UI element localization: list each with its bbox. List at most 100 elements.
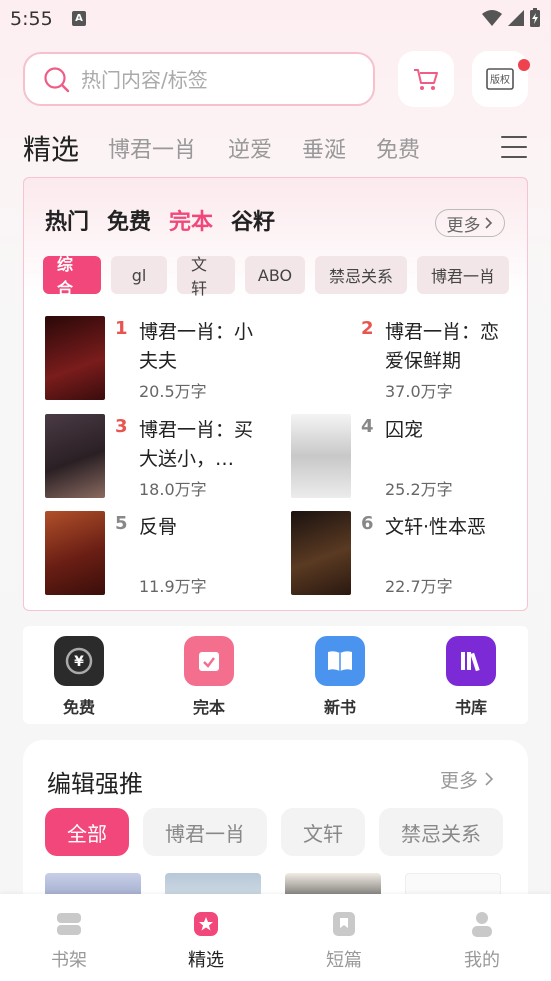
book-word-count: 22.7万字 — [385, 577, 453, 596]
book-cover — [291, 414, 351, 498]
top-tabs: 精选 博君一肖 逆爱 垂涎 免费 — [0, 124, 551, 170]
chip-forbidden[interactable]: 禁忌关系 — [315, 256, 407, 294]
svg-text:¥: ¥ — [74, 654, 84, 670]
book-title: 博君一肖：买大送小，… — [139, 419, 254, 470]
status-bar: 5:55 A — [0, 0, 551, 38]
book-item[interactable]: 4 囚宠 25.2万字 — [291, 414, 521, 500]
bookshelf-icon — [29, 908, 109, 940]
quick-link-label: 新书 — [323, 698, 356, 717]
book-rank: 6 — [361, 513, 374, 534]
book-word-count: 25.2万字 — [385, 480, 453, 499]
search-icon — [44, 67, 70, 93]
editor-more-button[interactable]: 更多 — [440, 766, 494, 793]
battery-icon — [530, 8, 540, 27]
chip-all[interactable]: 综合 — [43, 255, 101, 298]
book-rank: 3 — [115, 416, 128, 437]
category-hot[interactable]: 热门 — [45, 204, 89, 236]
tab-chuixian[interactable]: 垂涎 — [302, 132, 346, 164]
nav-label: 短篇 — [326, 950, 362, 971]
wifi-icon — [482, 10, 502, 26]
tab-niai[interactable]: 逆爱 — [228, 132, 272, 164]
category-complete[interactable]: 完本 — [169, 204, 213, 236]
book-title: 文轩·性本恶 — [385, 516, 487, 538]
ranking-more-button[interactable]: 更多 — [435, 209, 505, 237]
quick-link-library[interactable]: 书库 — [431, 636, 511, 718]
book-item[interactable]: 6 文轩·性本恶 22.7万字 — [291, 511, 521, 597]
library-icon — [446, 636, 496, 686]
tab-free[interactable]: 免费 — [376, 132, 420, 164]
book-item[interactable]: 2 博君一肖：恋爱保鲜期 37.0万字 — [291, 316, 521, 402]
editor-more-label: 更多 — [439, 770, 478, 792]
copyright-icon: 版权 — [486, 68, 514, 90]
nav-mine[interactable]: 我的 — [442, 908, 522, 972]
tab-bojun[interactable]: 博君一肖 — [108, 132, 196, 164]
nav-label: 书架 — [51, 950, 87, 971]
yen-icon: ¥ — [54, 636, 104, 686]
ranking-filter-chips: 综合 gl 文轩 ABO 禁忌关系 博君一肖 — [43, 255, 509, 298]
book-item[interactable]: 1 博君一肖：小夫夫 20.5万字 — [45, 316, 275, 402]
cart-button[interactable] — [398, 51, 454, 107]
sim-icon: A — [72, 11, 86, 26]
status-time: 5:55 — [10, 8, 53, 30]
book-cover — [45, 414, 105, 498]
ranking-categories: 热门 免费 完本 谷籽 — [45, 204, 275, 236]
ranking-card: 热门 免费 完本 谷籽 更多 综合 gl 文轩 ABO 禁忌关系 博君一肖 1 … — [23, 177, 528, 611]
bottom-nav: 书架 精选 短篇 我的 — [0, 894, 551, 981]
book-item[interactable]: 5 反骨 11.9万字 — [45, 511, 275, 597]
quick-link-label: 完本 — [192, 698, 225, 717]
book-rank: 2 — [361, 318, 374, 339]
chip-forbidden[interactable]: 禁忌关系 — [379, 808, 503, 856]
chevron-right-icon — [485, 772, 494, 786]
notification-dot — [518, 59, 530, 71]
quick-links: ¥ 免费 完本 新书 书库 — [23, 626, 528, 724]
ranking-more-label: 更多 — [446, 215, 481, 236]
open-book-icon — [315, 636, 365, 686]
chip-gl[interactable]: gl — [111, 256, 167, 294]
nav-bookshelf[interactable]: 书架 — [29, 908, 109, 972]
chip-abo[interactable]: ABO — [245, 256, 305, 294]
book-item[interactable]: 3 博君一肖：买大送小，… 18.0万字 — [45, 414, 275, 500]
check-calendar-icon — [184, 636, 234, 686]
book-rank: 1 — [115, 318, 128, 339]
quick-link-label: 免费 — [62, 698, 95, 717]
user-icon — [442, 908, 522, 940]
category-free[interactable]: 免费 — [107, 204, 151, 236]
book-rank: 4 — [361, 416, 374, 437]
nav-selected[interactable]: 精选 — [166, 908, 246, 972]
book-cover — [291, 316, 351, 400]
editor-filter-chips: 全部 博君一肖 文轩 禁忌关系 — [45, 808, 503, 856]
book-cover — [45, 511, 105, 595]
search-input[interactable] — [81, 62, 361, 98]
quick-link-free[interactable]: ¥ 免费 — [39, 636, 119, 718]
star-icon — [166, 908, 246, 940]
book-word-count: 18.0万字 — [139, 480, 207, 499]
quick-link-complete[interactable]: 完本 — [169, 636, 249, 718]
svg-text:版权: 版权 — [490, 73, 510, 86]
chip-bojun[interactable]: 博君一肖 — [417, 256, 509, 294]
book-word-count: 11.9万字 — [139, 577, 207, 596]
chip-bojun[interactable]: 博君一肖 — [143, 808, 267, 856]
quick-link-label: 书库 — [454, 698, 487, 717]
system-icons — [481, 8, 541, 28]
chip-all[interactable]: 全部 — [45, 808, 129, 856]
menu-icon[interactable] — [501, 136, 527, 158]
cart-icon — [414, 69, 438, 90]
nav-label: 精选 — [188, 950, 224, 971]
copyright-button[interactable]: 版权 — [472, 51, 530, 107]
nav-short[interactable]: 短篇 — [304, 908, 384, 972]
book-icon — [304, 908, 384, 940]
book-word-count: 20.5万字 — [139, 382, 207, 401]
nav-label: 我的 — [464, 950, 500, 971]
book-cover — [291, 511, 351, 595]
search-box[interactable] — [23, 52, 375, 106]
quick-link-new[interactable]: 新书 — [300, 636, 380, 718]
chip-wenxuan[interactable]: 文轩 — [281, 808, 365, 856]
tab-selected[interactable]: 精选 — [23, 128, 79, 168]
chip-wenxuan[interactable]: 文轩 — [177, 255, 235, 298]
book-title: 博君一肖：恋爱保鲜期 — [385, 321, 500, 372]
category-guzi[interactable]: 谷籽 — [231, 204, 275, 236]
book-title: 反骨 — [139, 516, 178, 538]
book-title: 囚宠 — [385, 419, 424, 441]
book-cover — [45, 316, 105, 400]
book-word-count: 37.0万字 — [385, 382, 453, 401]
